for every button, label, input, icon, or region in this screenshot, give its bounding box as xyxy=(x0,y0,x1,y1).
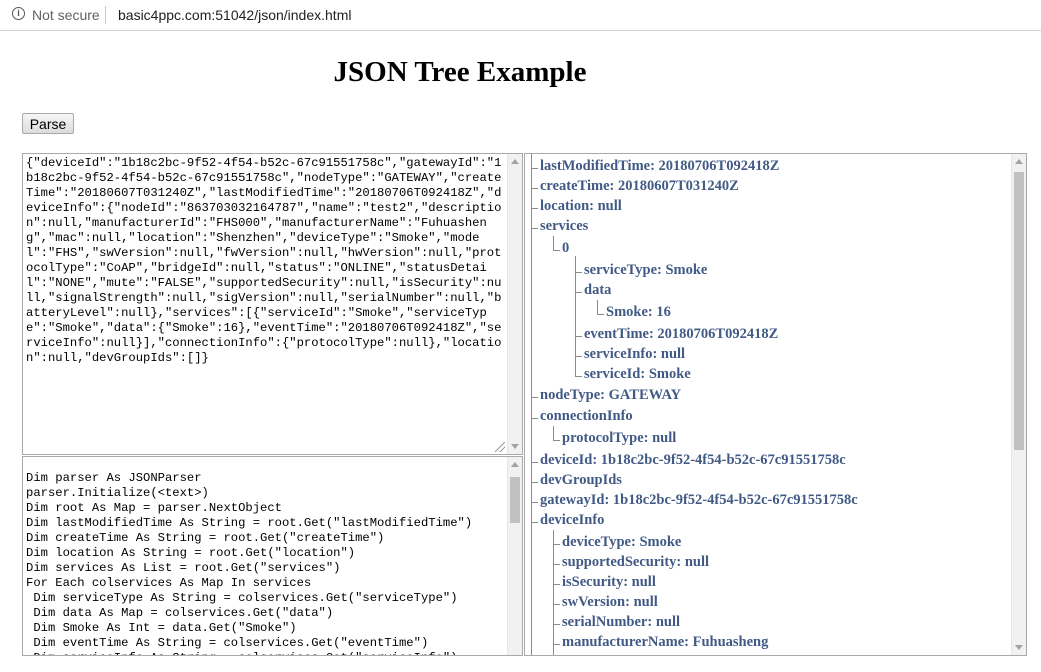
tree-scrollbar-thumb[interactable] xyxy=(1014,172,1024,450)
tree-node[interactable]: manufacturerName: Fuhuasheng xyxy=(562,634,768,651)
tree-node[interactable]: connectionInfo xyxy=(540,408,633,425)
address-divider xyxy=(105,6,106,24)
tree-connector xyxy=(575,256,576,377)
code-line: Dim location As String = root.Get("locat… xyxy=(26,546,356,560)
tree-node[interactable]: serialNumber: null xyxy=(562,614,680,631)
scroll-up-arrow-icon[interactable] xyxy=(511,159,519,164)
tree-node[interactable]: gatewayId: 1b18c2bc-9f52-4f54-b52c-67c91… xyxy=(540,492,858,509)
json-input-text[interactable]: {"deviceId":"1b18c2bc-9f52-4f54-b52c-67c… xyxy=(26,156,503,366)
tree-connector xyxy=(553,426,554,441)
scroll-up-arrow-icon[interactable] xyxy=(1015,159,1023,164)
json-tree-view[interactable]: lastModifiedTime: 20180706T092418Z create… xyxy=(524,153,1027,656)
tree-node[interactable]: nodeType: GATEWAY xyxy=(540,387,681,404)
tree-node[interactable]: supportedSecurity: null xyxy=(562,554,709,571)
resize-grip-icon[interactable] xyxy=(495,442,505,452)
tree-connector xyxy=(531,502,538,503)
page-title: JSON Tree Example xyxy=(333,56,587,88)
code-output-scrollbar-thumb[interactable] xyxy=(510,477,520,523)
tree-node[interactable]: location: null xyxy=(540,198,622,215)
tree-connector xyxy=(597,314,604,315)
tree-connector xyxy=(597,300,598,315)
tree-node[interactable]: serviceType: Smoke xyxy=(584,262,707,279)
code-line: Dim lastModifiedTime As String = root.Ge… xyxy=(26,516,473,530)
code-line: Dim serviceType As String = colservices.… xyxy=(26,591,458,605)
tree-node[interactable]: Smoke: 16 xyxy=(606,304,671,321)
parse-button[interactable]: Parse xyxy=(22,113,74,134)
tree-node[interactable]: services xyxy=(540,218,588,235)
tree-node[interactable]: deviceInfo xyxy=(540,512,604,529)
tree-connector xyxy=(531,482,538,483)
tree-connector xyxy=(531,228,538,229)
tree-connector xyxy=(575,292,582,293)
tree-connector xyxy=(553,644,560,645)
tree-connector xyxy=(531,154,532,655)
tree-connector xyxy=(575,356,582,357)
code-output-panel[interactable]: Dim parser As JSONParser parser.Initializ… xyxy=(22,456,523,656)
tree-connector xyxy=(553,624,560,625)
tree-connector xyxy=(553,604,560,605)
code-line: Dim parser As JSONParser xyxy=(26,471,202,485)
code-line: Dim Smoke As Int = data.Get("Smoke") xyxy=(26,621,297,635)
scroll-down-arrow-icon[interactable] xyxy=(1015,645,1023,650)
code-line: For Each colservices As Map In services xyxy=(26,576,312,590)
code-line: Dim root As Map = parser.NextObject xyxy=(26,501,282,515)
security-label[interactable]: Not secure xyxy=(32,7,100,23)
tree-node[interactable]: devGroupIds xyxy=(540,472,622,489)
json-input-textarea[interactable]: {"deviceId":"1b18c2bc-9f52-4f54-b52c-67c… xyxy=(22,153,523,455)
url-text[interactable]: basic4ppc.com:51042/json/index.html xyxy=(118,7,351,23)
tree-connector xyxy=(553,236,554,251)
tree-node[interactable]: isSecurity: null xyxy=(562,574,656,591)
tree-node[interactable]: swVersion: null xyxy=(562,594,658,611)
tree-node[interactable]: createTime: 20180607T031240Z xyxy=(540,178,739,195)
tree-node[interactable]: serviceInfo: null xyxy=(584,346,685,363)
tree-connector xyxy=(553,584,560,585)
tree-connector xyxy=(531,522,538,523)
code-line: Dim serviceInfo As String = colservices.… xyxy=(26,651,503,655)
code-output-text: Dim parser As JSONParser parser.Initializ… xyxy=(26,471,503,655)
tree-node[interactable]: deviceId: 1b18c2bc-9f52-4f54-b52c-67c915… xyxy=(540,452,846,469)
tree-connector xyxy=(553,530,554,655)
code-line: Dim services As List = root.Get("service… xyxy=(26,561,341,575)
tree-node[interactable]: deviceType: Smoke xyxy=(562,534,681,551)
tree-node[interactable]: lastModifiedTime: 20180706T092418Z xyxy=(540,158,779,175)
tree-connector xyxy=(553,564,560,565)
code-line: parser.Initialize(<text>) xyxy=(26,486,209,500)
tree-connector xyxy=(575,376,582,377)
tree-connector xyxy=(531,462,538,463)
tree-connector xyxy=(575,336,582,337)
code-line: Dim createTime As String = root.Get("cre… xyxy=(26,531,385,545)
code-line: Dim data As Map = colservices.Get("data"… xyxy=(26,606,334,620)
tree-connector xyxy=(531,168,538,169)
tree-connector xyxy=(553,440,560,441)
code-output-scrollbar[interactable] xyxy=(507,457,522,655)
tree-node[interactable]: protocolType: null xyxy=(562,430,676,447)
tree-node[interactable]: 0 xyxy=(562,240,569,257)
scroll-up-arrow-icon[interactable] xyxy=(511,462,519,467)
code-line: Dim eventTime As String = colservices.Ge… xyxy=(26,636,429,650)
tree-connector xyxy=(531,208,538,209)
info-circle-icon[interactable]: i xyxy=(12,7,25,20)
tree-connector xyxy=(575,272,582,273)
tree-scrollbar[interactable] xyxy=(1011,154,1026,655)
tree-connector xyxy=(531,188,538,189)
json-input-scrollbar[interactable] xyxy=(507,154,522,454)
tree-node[interactable]: data xyxy=(584,282,611,299)
tree-node[interactable]: eventTime: 20180706T092418Z xyxy=(584,326,778,343)
tree-node[interactable]: serviceId: Smoke xyxy=(584,366,691,383)
address-bar[interactable]: i Not secure basic4ppc.com:51042/json/in… xyxy=(0,0,1041,31)
tree-connector xyxy=(553,250,560,251)
tree-connector xyxy=(531,397,538,398)
tree-connector xyxy=(531,418,538,419)
tree-connector xyxy=(553,544,560,545)
scroll-down-arrow-icon[interactable] xyxy=(511,444,519,449)
